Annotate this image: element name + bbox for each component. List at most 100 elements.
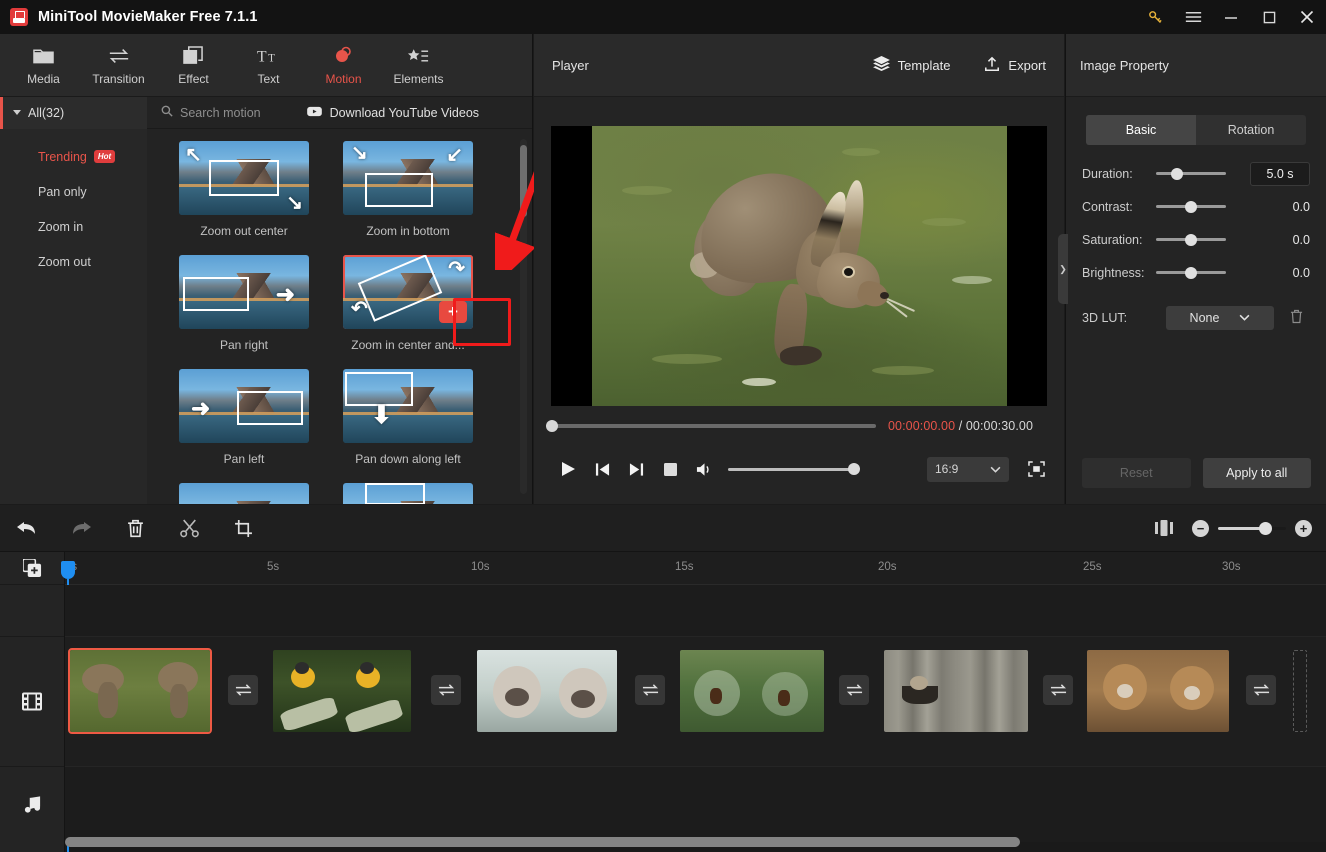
template-button[interactable]: Template [872, 56, 950, 74]
transition-swap-icon[interactable] [1246, 675, 1276, 705]
timeline-zoom-slider[interactable] [1218, 521, 1286, 535]
tab-text[interactable]: TT Text [231, 36, 306, 94]
aspect-ratio-select[interactable]: 16:9 [927, 456, 1009, 482]
add-media-icon[interactable] [0, 552, 64, 585]
play-button[interactable] [551, 455, 585, 483]
table-row[interactable] [273, 650, 411, 732]
tab-transition[interactable]: Transition [81, 36, 156, 94]
film-strip-icon[interactable] [0, 637, 64, 767]
tab-effect[interactable]: Effect [156, 36, 231, 94]
category-pan-only[interactable]: Pan only [0, 174, 147, 209]
motion-item[interactable]: ➜ Pan right [179, 255, 309, 352]
motion-thumbnail[interactable]: ➜ [179, 369, 309, 443]
music-note-icon[interactable] [0, 767, 64, 842]
tab-label: Motion [325, 71, 362, 86]
lut-select[interactable]: None [1166, 305, 1274, 330]
category-list: Trending Hot Pan only Zoom in Zoom out [0, 129, 147, 504]
export-button[interactable]: Export [984, 56, 1046, 75]
track-row-effects[interactable] [65, 585, 1326, 637]
preview-stage[interactable] [551, 126, 1047, 406]
motion-thumbnail[interactable]: ➜ [179, 255, 309, 329]
motion-item[interactable]: ➜ Pan left [179, 369, 309, 466]
track-row-video[interactable] [65, 637, 1326, 767]
category-zoom-in[interactable]: Zoom in [0, 209, 147, 244]
download-youtube-button[interactable]: Download YouTube Videos [306, 106, 479, 120]
playhead-handle[interactable] [61, 561, 75, 579]
tab-motion[interactable]: Motion [306, 36, 381, 94]
motion-thumbnail[interactable]: ↷ ↶ + [343, 255, 473, 329]
motion-thumbnail[interactable]: ↘ ↙ [343, 141, 473, 215]
duration-knob[interactable] [1171, 167, 1183, 180]
seek-knob[interactable] [546, 420, 558, 432]
brightness-knob[interactable] [1185, 266, 1197, 279]
add-motion-button[interactable]: + [439, 301, 467, 323]
duration-slider[interactable] [1156, 167, 1226, 180]
undo-button[interactable] [0, 508, 54, 548]
redo-button[interactable] [54, 508, 108, 548]
table-row[interactable] [1087, 650, 1229, 732]
timeline-scrollbar-thumb[interactable] [65, 837, 1020, 847]
table-row[interactable] [680, 650, 824, 732]
crop-button[interactable] [216, 508, 270, 548]
transition-swap-icon[interactable] [431, 675, 461, 705]
minimize-icon[interactable] [1212, 0, 1250, 34]
fit-timeline-icon[interactable] [1155, 520, 1173, 536]
all-filter-dropdown[interactable]: All(32) [0, 96, 147, 129]
transition-swap-icon[interactable] [839, 675, 869, 705]
motion-item-selected[interactable]: ↷ ↶ + Zoom in center and... [343, 255, 473, 352]
tab-rotation[interactable]: Rotation [1196, 115, 1306, 145]
panel-collapse-handle[interactable]: ❯ [1058, 234, 1068, 304]
tab-basic[interactable]: Basic [1086, 115, 1196, 145]
trash-icon[interactable] [1290, 309, 1303, 327]
category-zoom-out[interactable]: Zoom out [0, 244, 147, 279]
delete-button[interactable] [108, 508, 162, 548]
arrow-down-right-icon: ↘ [286, 192, 303, 214]
timeline-ruler[interactable]: 0s 5s 10s 15s 20s 25s 30s [61, 552, 1326, 585]
motion-thumbnail[interactable]: ↖ ↘ [179, 141, 309, 215]
maximize-icon[interactable] [1250, 0, 1288, 34]
next-button[interactable] [619, 455, 653, 483]
motion-thumbnail[interactable] [343, 483, 473, 504]
zoom-in-button[interactable]: + [1295, 519, 1312, 537]
category-trending[interactable]: Trending Hot [0, 139, 147, 174]
reset-button[interactable]: Reset [1082, 458, 1191, 488]
volume-knob[interactable] [848, 462, 860, 475]
motion-thumbnail[interactable] [179, 483, 309, 504]
contrast-knob[interactable] [1185, 200, 1197, 213]
motion-item[interactable] [343, 483, 473, 504]
table-row[interactable] [884, 650, 1028, 732]
brightness-slider[interactable] [1156, 266, 1226, 279]
tab-media[interactable]: Media [6, 36, 81, 94]
motion-item[interactable] [179, 483, 309, 504]
saturation-knob[interactable] [1185, 233, 1197, 246]
zoom-knob[interactable] [1259, 521, 1272, 535]
motion-scrollbar-thumb[interactable] [520, 145, 527, 217]
stop-button[interactable] [653, 455, 687, 483]
seek-bar[interactable] [546, 420, 876, 432]
volume-slider[interactable] [728, 462, 860, 475]
motion-item[interactable]: ↘ ↙ Zoom in bottom [343, 141, 473, 238]
search-input[interactable]: Search motion [147, 105, 261, 120]
saturation-slider[interactable] [1156, 233, 1226, 246]
key-icon[interactable] [1136, 0, 1174, 34]
table-row[interactable] [68, 648, 212, 734]
volume-button[interactable] [687, 455, 721, 483]
contrast-slider[interactable] [1156, 200, 1226, 213]
hamburger-menu-icon[interactable] [1174, 0, 1212, 34]
transition-swap-icon[interactable] [635, 675, 665, 705]
track-row-audio[interactable] [65, 767, 1326, 842]
close-icon[interactable] [1288, 0, 1326, 34]
fullscreen-icon[interactable] [1025, 458, 1047, 480]
motion-item[interactable]: ↖ ↘ Zoom out center [179, 141, 309, 238]
previous-button[interactable] [585, 455, 619, 483]
apply-to-all-button[interactable]: Apply to all [1202, 458, 1311, 488]
zoom-out-button[interactable]: − [1192, 519, 1209, 537]
split-button[interactable] [162, 508, 216, 548]
transition-swap-icon[interactable] [228, 675, 258, 705]
motion-item[interactable]: ⬇ Pan down along left [343, 369, 473, 466]
tab-elements[interactable]: Elements [381, 36, 456, 94]
duration-value[interactable]: 5.0 s [1250, 161, 1310, 186]
motion-thumbnail[interactable]: ⬇ [343, 369, 473, 443]
table-row[interactable] [477, 650, 617, 732]
transition-swap-icon[interactable] [1043, 675, 1073, 705]
